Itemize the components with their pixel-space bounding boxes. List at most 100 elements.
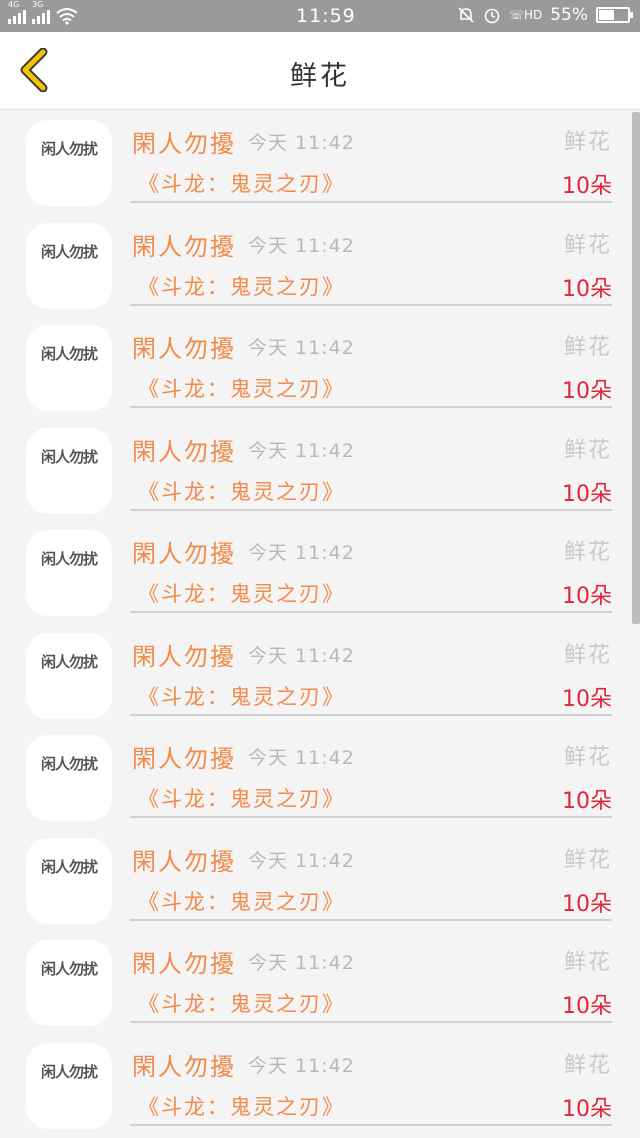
avatar-text: 闲人勿扰 — [40, 652, 98, 671]
avatar-text: 闲人勿扰 — [40, 1062, 98, 1081]
gift-type: 鲜花 — [563, 642, 612, 668]
book-title[interactable]: 《斗龙：鬼灵之刃》 — [138, 1091, 345, 1121]
divider — [130, 201, 612, 203]
divider — [130, 1021, 612, 1023]
book-title[interactable]: 《斗龙：鬼灵之刃》 — [138, 988, 345, 1018]
avatar[interactable]: 闲人勿扰 — [26, 530, 112, 616]
gift-type: 鲜花 — [563, 745, 612, 770]
timestamp: 今天 11:42 — [248, 337, 355, 359]
gift-quantity: 10朵 — [562, 891, 612, 917]
book-title[interactable]: 《斗龙：鬼灵之刃》 — [138, 168, 345, 198]
sender-name[interactable]: 閑人勿擾 — [132, 944, 236, 979]
signal-icon-2: 3G — [32, 0, 50, 24]
gift-quantity: 10朵 — [562, 994, 612, 1019]
list-item[interactable]: 闲人勿扰 閑人勿擾 今天 11:42 鲜花《斗龙：鬼灵之刃》 10朵 — [0, 418, 640, 521]
list-item[interactable]: 闲人勿扰 閑人勿擾 今天 11:42 鲜花《斗龙：鬼灵之刃》 10朵 — [0, 930, 640, 1033]
battery-icon — [596, 7, 633, 23]
gift-type: 鲜花 — [563, 847, 612, 873]
gift-quantity: 10朵 — [562, 584, 612, 609]
timestamp: 今天 11:42 — [248, 747, 355, 769]
avatar[interactable]: 闲人勿扰 — [26, 735, 112, 821]
signal-icon-1: 4G — [8, 0, 26, 24]
book-title[interactable]: 《斗龙：鬼灵之刃》 — [138, 783, 345, 813]
gift-quantity: 10朵 — [562, 686, 612, 712]
scrollbar[interactable] — [632, 112, 640, 624]
list-item[interactable]: 闲人勿扰 閑人勿擾 今天 11:42 鲜花《斗龙：鬼灵之刃》 10朵 — [0, 213, 640, 316]
list-item[interactable]: 闲人勿扰 閑人勿擾 今天 11:42 鲜花《斗龙：鬼灵之刃》 10朵 — [0, 725, 640, 828]
gift-type: 鲜花 — [563, 540, 612, 565]
book-title[interactable]: 《斗龙：鬼灵之刃》 — [138, 476, 345, 506]
timestamp: 今天 11:42 — [248, 644, 355, 667]
divider — [130, 406, 612, 408]
mute-bell-icon — [458, 7, 474, 23]
sender-name[interactable]: 閑人勿擾 — [132, 1047, 236, 1082]
timestamp: 今天 11:42 — [248, 234, 355, 257]
list-item[interactable]: 闲人勿扰 閑人勿擾 今天 11:42 鲜花《斗龙：鬼灵之刃》 10朵 — [0, 520, 640, 623]
gift-type: 鲜花 — [563, 130, 612, 155]
timestamp: 今天 11:42 — [248, 542, 355, 564]
clock: 11:59 — [296, 5, 356, 27]
avatar[interactable]: 闲人勿扰 — [26, 222, 112, 309]
avatar-text: 闲人勿扰 — [40, 242, 98, 261]
sender-name[interactable]: 閑人勿擾 — [132, 534, 236, 569]
sender-name[interactable]: 閑人勿擾 — [132, 432, 236, 467]
book-title[interactable]: 《斗龙：鬼灵之刃》 — [138, 578, 345, 608]
signal-area: 4G 3G — [0, 0, 78, 25]
list-item[interactable]: 闲人勿扰 閑人勿擾 今天 11:42 鲜花《斗龙：鬼灵之刃》 10朵 — [0, 110, 640, 213]
status-bar: 4G 3G 11:59 ☏HD 55% — [0, 0, 640, 32]
avatar[interactable]: 闲人勿扰 — [26, 427, 112, 514]
battery-fill — [599, 10, 614, 20]
avatar[interactable]: 闲人勿扰 — [26, 120, 112, 206]
avatar-text: 闲人勿扰 — [40, 140, 98, 158]
gift-list: 闲人勿扰 閑人勿擾 今天 11:42 鲜花 《斗龙：鬼灵之刃》 10朵 闲人勿扰 閑人勿擾 今天… — [0, 110, 640, 1135]
book-title[interactable]: 《斗龙：鬼灵之刃》 — [138, 271, 345, 301]
gift-type: 鲜花 — [563, 232, 612, 258]
avatar[interactable]: 闲人勿扰 — [26, 1042, 112, 1129]
avatar-text: 闲人勿扰 — [40, 447, 98, 466]
gift-quantity: 10朵 — [562, 789, 612, 814]
book-title[interactable]: 《斗龙：鬼灵之刃》 — [138, 681, 345, 711]
gift-quantity: 10朵 — [562, 276, 612, 302]
timestamp: 今天 11:42 — [248, 952, 355, 974]
avatar-text: 闲人勿扰 — [40, 550, 98, 568]
divider — [130, 713, 612, 716]
sender-name[interactable]: 閑人勿擾 — [132, 842, 236, 877]
gift-type: 鲜花 — [563, 950, 612, 975]
gift-type: 鲜花 — [563, 335, 612, 360]
sender-name[interactable]: 閑人勿擾 — [132, 637, 236, 672]
avatar[interactable]: 闲人勿扰 — [26, 940, 112, 1026]
list-item[interactable]: 闲人勿扰 閑人勿擾 今天 11:42 鲜花《斗龙：鬼灵之刃》 10朵 — [0, 623, 640, 726]
avatar[interactable]: 闲人勿扰 — [26, 325, 112, 411]
timestamp: 今天 11:42 — [248, 439, 355, 462]
network-type-1: 4G — [8, 0, 20, 9]
status-icons: ☏HD 55% — [457, 5, 633, 25]
divider — [130, 918, 612, 921]
nav-bar: 鲜花 — [0, 32, 640, 110]
timestamp: 今天 11:42 — [248, 849, 355, 872]
sender-name[interactable]: 閑人勿擾 — [132, 739, 236, 774]
avatar[interactable]: 闲人勿扰 — [26, 632, 112, 719]
timestamp: 今天 11:42 — [248, 1054, 355, 1077]
divider — [130, 816, 612, 818]
divider — [130, 508, 612, 511]
timestamp: 今天 11:42 — [248, 132, 355, 154]
divider — [130, 303, 612, 306]
gift-quantity: 10朵 — [562, 174, 612, 199]
sender-name[interactable]: 閑人勿擾 — [132, 227, 236, 262]
battery-percent: 55% — [550, 5, 588, 25]
list-item[interactable]: 闲人勿扰 閑人勿擾 今天 11:42 鲜花 《斗龙：鬼灵之刃》 10朵 — [0, 315, 640, 418]
book-title[interactable]: 《斗龙：鬼灵之刃》 — [138, 886, 345, 916]
sender-name[interactable]: 閑人勿擾 — [132, 124, 236, 159]
gift-type: 鲜花 — [563, 437, 612, 463]
list-item[interactable]: 闲人勿扰 閑人勿擾 今天 11:42 鲜花《斗龙：鬼灵之刃》 10朵 — [0, 828, 640, 931]
avatar-text: 闲人勿扰 — [40, 755, 98, 773]
alarm-icon — [484, 8, 500, 24]
gift-quantity: 10朵 — [562, 481, 612, 507]
hd-call-icon: ☏HD — [508, 8, 543, 22]
sender-name[interactable]: 閑人勿擾 — [132, 329, 236, 364]
avatar[interactable]: 闲人勿扰 — [26, 837, 112, 924]
network-type-2: 3G — [32, 0, 44, 9]
avatar-text: 闲人勿扰 — [40, 345, 98, 363]
list-item[interactable]: 闲人勿扰 閑人勿擾 今天 11:42 鲜花 《斗龙：鬼灵之刃》 10朵 — [0, 1033, 640, 1136]
book-title[interactable]: 《斗龙：鬼灵之刃》 — [138, 373, 345, 403]
